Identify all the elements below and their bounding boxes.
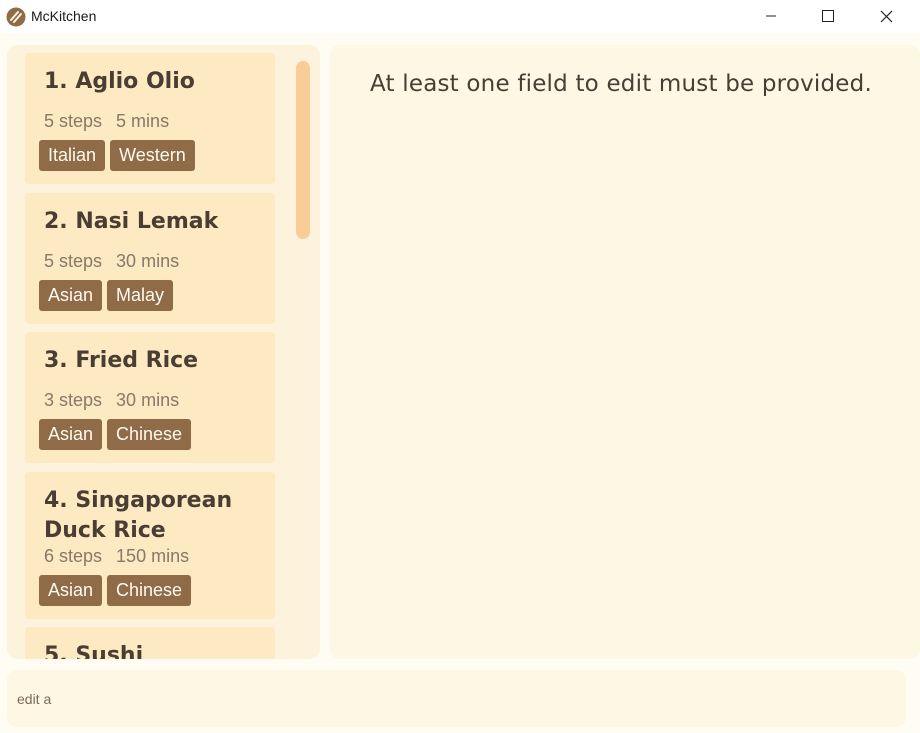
minimize-icon bbox=[766, 15, 776, 17]
tag: Asian bbox=[39, 419, 103, 450]
close-icon bbox=[880, 10, 892, 22]
tag: Asian bbox=[39, 280, 103, 311]
tag: Asian bbox=[39, 575, 103, 606]
recipe-list-panel: 1. Aglio Olio 5 steps 5 mins Italian West… bbox=[7, 45, 320, 659]
tag: Malay bbox=[107, 280, 174, 311]
maximize-icon bbox=[822, 10, 834, 22]
tag: Chinese bbox=[107, 575, 192, 606]
recipe-steps: 3 steps bbox=[44, 390, 103, 410]
recipe-tags: Asian Malay bbox=[39, 280, 174, 311]
result-message: At least one field to edit must be provi… bbox=[370, 71, 872, 97]
recipe-meta: 3 steps 30 mins bbox=[44, 390, 179, 411]
minimize-button[interactable] bbox=[748, 0, 794, 32]
command-box bbox=[7, 670, 906, 727]
recipe-card[interactable]: 3. Fried Rice 3 steps 30 mins Asian Chine… bbox=[25, 332, 275, 463]
recipe-time: 5 mins bbox=[116, 111, 170, 131]
recipe-meta: 5 steps 5 mins bbox=[44, 111, 169, 132]
recipe-title: 3. Fried Rice bbox=[44, 348, 199, 373]
tag: Italian bbox=[39, 140, 106, 171]
recipe-card[interactable]: 5. Sushi bbox=[25, 627, 275, 659]
recipe-card[interactable]: 2. Nasi Lemak 5 steps 30 mins Asian Malay bbox=[25, 193, 275, 324]
recipe-tags: Italian Western bbox=[39, 140, 195, 171]
recipe-meta: 5 steps 30 mins bbox=[44, 251, 179, 272]
recipe-meta: 6 steps 150 mins bbox=[44, 546, 189, 567]
tag: Western bbox=[110, 140, 195, 171]
recipe-time: 30 mins bbox=[116, 390, 180, 410]
title-bar: McKitchen bbox=[0, 0, 920, 33]
recipe-steps: 5 steps bbox=[44, 111, 103, 131]
main-area: 1. Aglio Olio 5 steps 5 mins Italian West… bbox=[0, 33, 920, 733]
recipe-card[interactable]: 1. Aglio Olio 5 steps 5 mins Italian West… bbox=[25, 53, 275, 184]
tag: Chinese bbox=[107, 419, 192, 450]
result-panel: At least one field to edit must be provi… bbox=[330, 45, 920, 659]
recipe-time: 150 mins bbox=[116, 546, 190, 566]
recipe-title: 1. Aglio Olio bbox=[44, 69, 195, 94]
app-logo-icon bbox=[6, 7, 26, 27]
close-button[interactable] bbox=[863, 0, 909, 32]
recipe-steps: 6 steps bbox=[44, 546, 103, 566]
recipe-card[interactable]: 4. Singaporean Duck Rice 6 steps 150 mins… bbox=[25, 472, 275, 619]
recipe-title: 2. Nasi Lemak bbox=[44, 209, 219, 234]
maximize-button[interactable] bbox=[805, 0, 851, 32]
command-input[interactable] bbox=[7, 670, 887, 727]
recipe-title: 4. Singaporean Duck Rice bbox=[44, 488, 233, 543]
recipe-title: 5. Sushi bbox=[44, 643, 144, 659]
window-title: McKitchen bbox=[31, 8, 97, 24]
recipe-time: 30 mins bbox=[116, 251, 180, 271]
list-scrollbar-thumb[interactable] bbox=[296, 61, 310, 239]
recipe-tags: Asian Chinese bbox=[39, 575, 192, 606]
recipe-steps: 5 steps bbox=[44, 251, 103, 271]
recipe-list: 1. Aglio Olio 5 steps 5 mins Italian West… bbox=[7, 45, 297, 659]
recipe-tags: Asian Chinese bbox=[39, 419, 192, 450]
